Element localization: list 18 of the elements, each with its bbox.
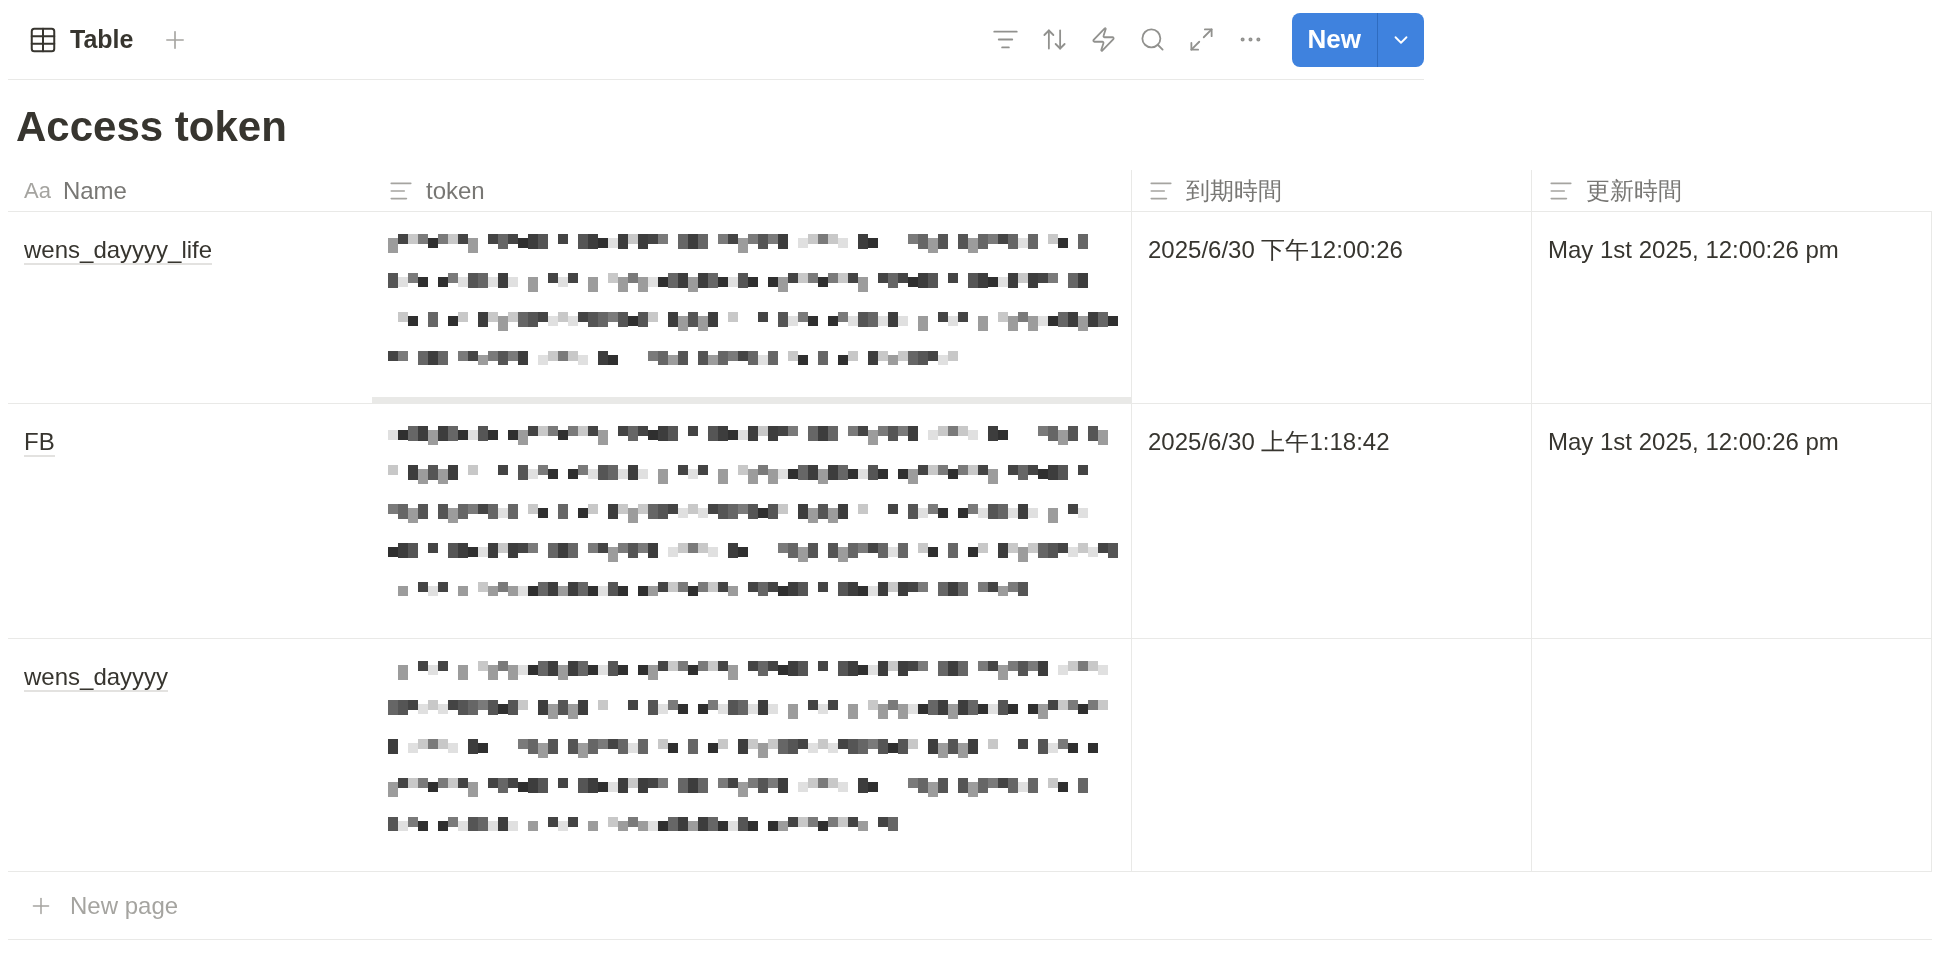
row-name-link[interactable]: wens_dayyyy <box>24 663 169 692</box>
table-cell: 2025/6/30 上午1:18:42 <box>1131 404 1531 638</box>
row-name-link[interactable]: wens_dayyyy_life <box>24 236 213 265</box>
table-cell: May 1st 2025, 12:00:26 pm <box>1531 212 1932 403</box>
column-header[interactable]: 更新時間 <box>1586 172 1682 209</box>
table-cell: May 1st 2025, 12:00:26 pm <box>1531 404 1932 638</box>
column-header[interactable]: Name <box>62 172 127 209</box>
title-type-mark: Aa <box>24 177 51 205</box>
row-name-link[interactable]: FB <box>24 428 55 457</box>
search-icon[interactable] <box>1138 26 1166 53</box>
column-header[interactable]: 到期時間 <box>1186 172 1282 209</box>
expand-icon[interactable] <box>1187 26 1215 53</box>
new-page-button[interactable]: New page <box>8 872 1932 940</box>
lightning-icon[interactable] <box>1089 26 1117 53</box>
view-tab[interactable]: Table <box>28 20 134 59</box>
column-header[interactable]: token <box>426 172 485 209</box>
page-title: Access token <box>16 106 288 148</box>
table-cell: 2025/6/30 下午12:00:26 <box>1131 212 1531 403</box>
